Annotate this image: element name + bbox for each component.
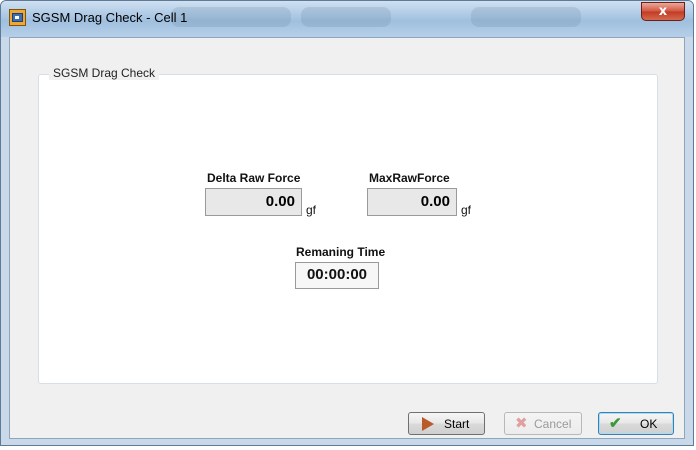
dialog-client-area: SGSM Drag Check Delta Raw Force 0.00 gf … <box>9 37 685 439</box>
groupbox-label: SGSM Drag Check <box>49 66 160 80</box>
cancel-button[interactable]: ✖ Cancel <box>504 412 582 435</box>
ok-button-label: OK <box>640 417 658 431</box>
delta-raw-force-unit: gf <box>306 203 317 217</box>
titlebar-background-streak <box>471 7 581 27</box>
remaining-time-value: 00:00:00 <box>295 262 379 289</box>
start-button-label: Start <box>444 417 470 431</box>
x-icon: ✖ <box>515 415 528 432</box>
dialog-window: SGSM Drag Check - Cell 1 x SGSM Drag Che… <box>0 0 694 446</box>
titlebar-background-streak <box>171 7 291 27</box>
start-button[interactable]: Start <box>408 412 485 435</box>
titlebar-background-streak <box>301 7 391 27</box>
ok-button[interactable]: ✔ OK <box>598 412 674 435</box>
remaining-time-label: Remaning Time <box>296 245 386 259</box>
title-bar[interactable]: SGSM Drag Check - Cell 1 x <box>1 1 693 37</box>
cancel-button-label: Cancel <box>534 417 572 431</box>
close-icon: x <box>658 4 668 19</box>
max-raw-force-value: 0.00 <box>367 188 457 216</box>
max-raw-force-unit: gf <box>461 203 472 217</box>
check-icon: ✔ <box>609 415 622 432</box>
play-icon <box>422 417 434 431</box>
close-button[interactable]: x <box>641 2 685 21</box>
drag-check-groupbox: SGSM Drag Check Delta Raw Force 0.00 gf … <box>38 66 658 384</box>
delta-raw-force-label: Delta Raw Force <box>207 171 301 185</box>
app-icon[interactable] <box>9 9 26 26</box>
delta-raw-force-value: 0.00 <box>205 188 302 216</box>
max-raw-force-label: MaxRawForce <box>369 171 450 185</box>
window-title: SGSM Drag Check - Cell 1 <box>32 10 188 25</box>
